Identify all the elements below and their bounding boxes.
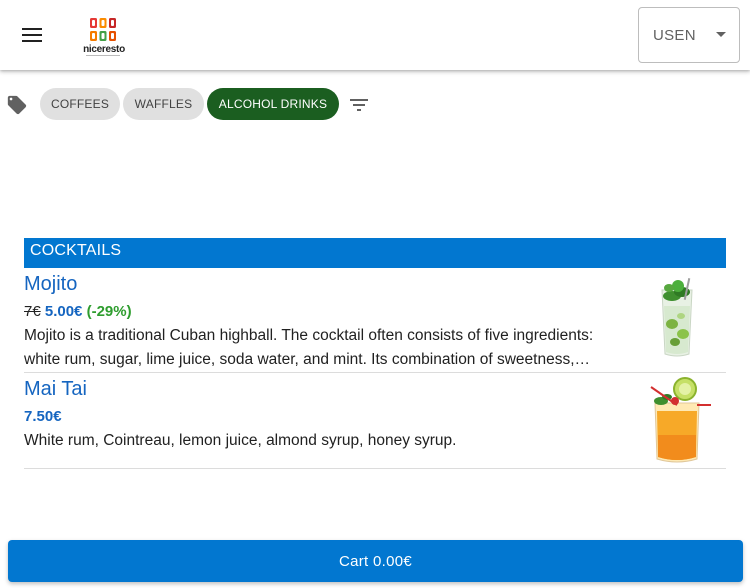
menu-page: niceresto USEN COFFEES WAFFLES ALCOHOL D… — [0, 0, 750, 588]
language-value: USEN — [653, 27, 696, 44]
description-line: White rum, Cointreau, lemon juice, almon… — [24, 432, 457, 449]
mai-tai-image — [650, 377, 711, 463]
menu-button[interactable] — [14, 17, 50, 53]
item-name: Mojito — [24, 273, 78, 295]
item-description: White rum, Cointreau, lemon juice, almon… — [24, 429, 634, 453]
logo[interactable]: niceresto — [76, 14, 132, 58]
section-header-cocktails: COCKTAILS — [24, 238, 726, 268]
category-chip-alcohol-drinks[interactable]: ALCOHOL DRINKS — [207, 88, 339, 120]
language-select[interactable]: USEN — [638, 7, 740, 63]
logo-mark-icon — [90, 18, 116, 41]
tag-icon — [7, 95, 27, 115]
item-price: 7.50€ — [24, 408, 62, 425]
item-price: 7€ 5.00€ (-29%) — [24, 303, 132, 320]
discount-badge: (-29%) — [86, 303, 132, 320]
menu-icon — [22, 28, 42, 42]
filter-icon[interactable] — [347, 93, 371, 117]
logo-tagline-rule — [86, 55, 120, 56]
current-price: 5.00€ — [44, 303, 83, 320]
menu-item-mojito[interactable]: Mojito 7€ 5.00€ (-29%) Mojito is a tradi… — [24, 268, 726, 373]
logo-text: niceresto — [83, 44, 125, 55]
cart-button[interactable]: Cart 0.00€ — [8, 540, 743, 582]
current-price: 7.50€ — [24, 408, 62, 425]
description-line: white rum, sugar, lime juice, soda water… — [24, 351, 591, 368]
item-name: Mai Tai — [24, 378, 87, 400]
mojito-image — [661, 278, 693, 357]
description-line: Mojito is a traditional Cuban highball. … — [24, 327, 594, 344]
dropdown-caret-icon — [716, 32, 726, 37]
old-price: 7€ — [24, 303, 41, 320]
category-chip-waffles[interactable]: WAFFLES — [123, 88, 204, 120]
menu-item-mai-tai[interactable]: Mai Tai 7.50€ White rum, Cointreau, lemo… — [24, 373, 726, 469]
app-bar: niceresto USEN — [0, 0, 750, 70]
item-description: Mojito is a traditional Cuban highball. … — [24, 324, 634, 372]
category-chip-coffees[interactable]: COFFEES — [40, 88, 120, 120]
